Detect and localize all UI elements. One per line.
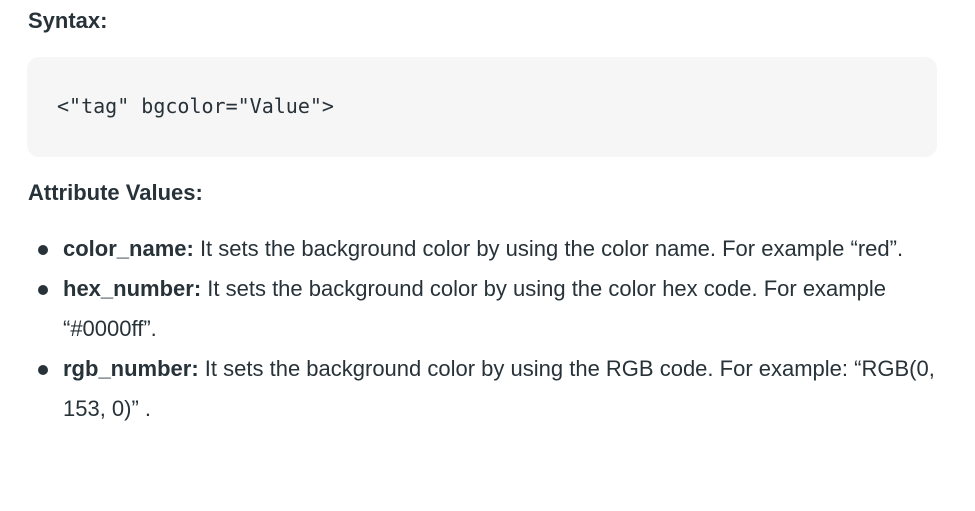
term-description: It sets the background color by using th… xyxy=(193,236,904,261)
list-item-rgb-number: rgb_number: It sets the background color… xyxy=(28,349,938,429)
bullet-icon xyxy=(38,365,48,375)
bullet-icon xyxy=(38,245,48,255)
syntax-heading: Syntax: xyxy=(28,8,108,33)
term-label: color_name: xyxy=(63,236,194,261)
attribute-values-list: color_name: It sets the background color… xyxy=(28,229,938,429)
bullet-icon xyxy=(38,285,48,295)
code-text: <"tag" bgcolor="Value"> xyxy=(57,94,334,118)
code-block: <"tag" bgcolor="Value"> xyxy=(27,57,937,157)
term-label: rgb_number: xyxy=(63,356,199,381)
list-item-color-name: color_name: It sets the background color… xyxy=(28,229,938,269)
term-label: hex_number: xyxy=(63,276,202,301)
attribute-values-heading: Attribute Values: xyxy=(28,180,203,205)
list-item-hex-number: hex_number: It sets the background color… xyxy=(28,269,938,349)
